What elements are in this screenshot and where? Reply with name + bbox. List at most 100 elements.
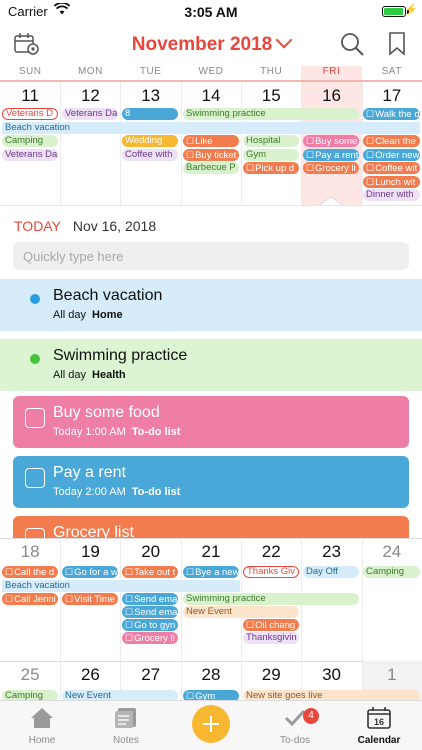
tab-notes[interactable]: Notes: [84, 701, 168, 750]
day-number[interactable]: 13: [121, 86, 181, 106]
event-chip[interactable]: Beach vacation: [2, 580, 240, 592]
event-chip[interactable]: Beach vacation: [2, 122, 420, 134]
event-chip[interactable]: New Event: [62, 690, 178, 700]
home-icon: [30, 707, 54, 729]
todo-checkbox[interactable]: [25, 408, 45, 428]
week-row: 11 12 13 14 15 16 17 Veterans D Veterans…: [0, 82, 422, 205]
event-chip[interactable]: Go to gyn: [122, 619, 178, 631]
event-chip[interactable]: Swimming practice: [183, 593, 359, 605]
todo-card[interactable]: Pay a rent Today 2:00 AM To-do list: [13, 456, 409, 508]
event-chip[interactable]: Send ema: [122, 606, 178, 618]
todo-subtitle: Today 1:00 AM To-do list: [53, 426, 180, 438]
event-chip[interactable]: Oil chang: [243, 619, 299, 631]
day-number[interactable]: 23: [301, 542, 361, 562]
day-number[interactable]: 19: [60, 542, 120, 562]
event-chip[interactable]: Pay a rent: [303, 149, 359, 161]
event-chip[interactable]: Veterans Da: [62, 108, 118, 120]
day-number-today[interactable]: 16: [301, 86, 361, 106]
quick-add-input[interactable]: Quickly type here: [13, 242, 409, 270]
event-chip[interactable]: Thanksgivin: [243, 632, 299, 644]
tab-calendar[interactable]: 16 Calendar: [337, 701, 421, 750]
week-divider: [0, 661, 422, 662]
tab-todos[interactable]: To-dos: [253, 701, 337, 750]
weekday-label: THU: [260, 66, 283, 77]
event-chip[interactable]: Camping: [2, 690, 58, 700]
day-number[interactable]: 27: [121, 665, 181, 685]
event-chip[interactable]: Day Off: [303, 566, 359, 578]
event-calendar: Home: [92, 309, 123, 321]
month-title-label: November 2018: [131, 34, 273, 55]
event-chip[interactable]: Pick up d: [243, 162, 299, 174]
bookmark-icon[interactable]: [388, 32, 406, 56]
event-chip[interactable]: Buy some: [303, 135, 359, 147]
event-chip[interactable]: Gym: [243, 149, 299, 161]
day-number[interactable]: 14: [181, 86, 241, 106]
event-title: Beach vacation: [53, 287, 163, 304]
event-card[interactable]: Swimming practice All day Health: [0, 339, 422, 391]
event-chip[interactable]: Clean the: [363, 135, 420, 147]
day-number[interactable]: 26: [60, 665, 120, 685]
event-chip[interactable]: Send ema: [122, 593, 178, 605]
day-number[interactable]: 24: [362, 542, 422, 562]
event-chip[interactable]: Coffee wit: [363, 162, 420, 174]
weekday-label: TUE: [139, 66, 162, 77]
selected-date: Nov 16, 2018: [72, 218, 157, 234]
todo-card[interactable]: Grocery list: [13, 516, 409, 538]
event-chip[interactable]: Visit Time: [62, 593, 118, 605]
event-chip[interactable]: Bye a new: [183, 566, 239, 578]
event-chip[interactable]: Barbecue P: [183, 162, 239, 174]
todo-checkbox[interactable]: [25, 468, 45, 488]
event-chip[interactable]: New site goes live: [243, 690, 420, 700]
event-chip[interactable]: Buy ticket: [183, 149, 239, 161]
day-number[interactable]: 22: [241, 542, 301, 562]
day-number[interactable]: 15: [241, 86, 301, 106]
event-chip[interactable]: 8: [122, 108, 178, 120]
event-chip[interactable]: Like: [183, 135, 239, 147]
day-number[interactable]: 21: [181, 542, 241, 562]
event-chip[interactable]: Swimming practice: [183, 108, 359, 120]
event-chip[interactable]: Call the d: [2, 566, 58, 578]
day-number[interactable]: 30: [301, 665, 361, 685]
week-row: 25 26 27 28 29 30 1 Camping New Event Gy…: [0, 661, 422, 700]
day-number[interactable]: 20: [121, 542, 181, 562]
event-chip[interactable]: Hospital: [243, 135, 299, 147]
day-number[interactable]: 11: [0, 86, 60, 106]
event-chip[interactable]: Veterans D: [2, 108, 58, 120]
event-chip[interactable]: Walk the d: [363, 108, 420, 120]
day-number[interactable]: 1: [362, 665, 422, 685]
todos-badge: 4: [303, 708, 319, 724]
day-number[interactable]: 29: [241, 665, 301, 685]
day-number[interactable]: 12: [60, 86, 120, 106]
todo-card[interactable]: Buy some food Today 1:00 AM To-do list: [13, 396, 409, 448]
event-chip[interactable]: Veterans Da: [2, 149, 58, 161]
event-calendar: Health: [92, 369, 126, 381]
day-number[interactable]: 17: [362, 86, 422, 106]
notes-icon: [114, 707, 138, 729]
search-icon[interactable]: [340, 32, 366, 58]
event-chip[interactable]: Camping: [2, 135, 58, 147]
event-chip[interactable]: Lunch wit: [363, 176, 420, 188]
event-chip[interactable]: Coffee with: [122, 149, 178, 161]
event-chip[interactable]: Grocery li: [122, 632, 178, 644]
event-chip[interactable]: Go for a w: [62, 566, 118, 578]
event-chip[interactable]: Grocery li: [303, 162, 359, 174]
tab-home[interactable]: Home: [0, 701, 84, 750]
day-number[interactable]: 25: [0, 665, 60, 685]
event-chip[interactable]: Wedding: [122, 135, 178, 147]
event-chip[interactable]: Dinner with: [363, 189, 420, 201]
event-chip[interactable]: Order new: [363, 149, 420, 161]
event-card[interactable]: Beach vacation All day Home: [0, 279, 422, 331]
day-number[interactable]: 18: [0, 542, 60, 562]
event-chip[interactable]: Camping: [363, 566, 420, 578]
day-number[interactable]: 28: [181, 665, 241, 685]
add-button[interactable]: [192, 705, 230, 743]
event-chip[interactable]: Call Jenni: [2, 593, 58, 605]
clock: 3:05 AM: [184, 4, 238, 20]
event-chip[interactable]: Gym: [183, 690, 239, 700]
event-chip[interactable]: Take out t: [122, 566, 178, 578]
event-chip[interactable]: Thanks Giv: [243, 566, 299, 578]
todo-checkbox[interactable]: [25, 528, 45, 538]
event-chip[interactable]: New Event: [183, 606, 299, 618]
weekday-label: SAT: [381, 66, 402, 77]
calendar-icon-day: 16: [374, 717, 384, 727]
